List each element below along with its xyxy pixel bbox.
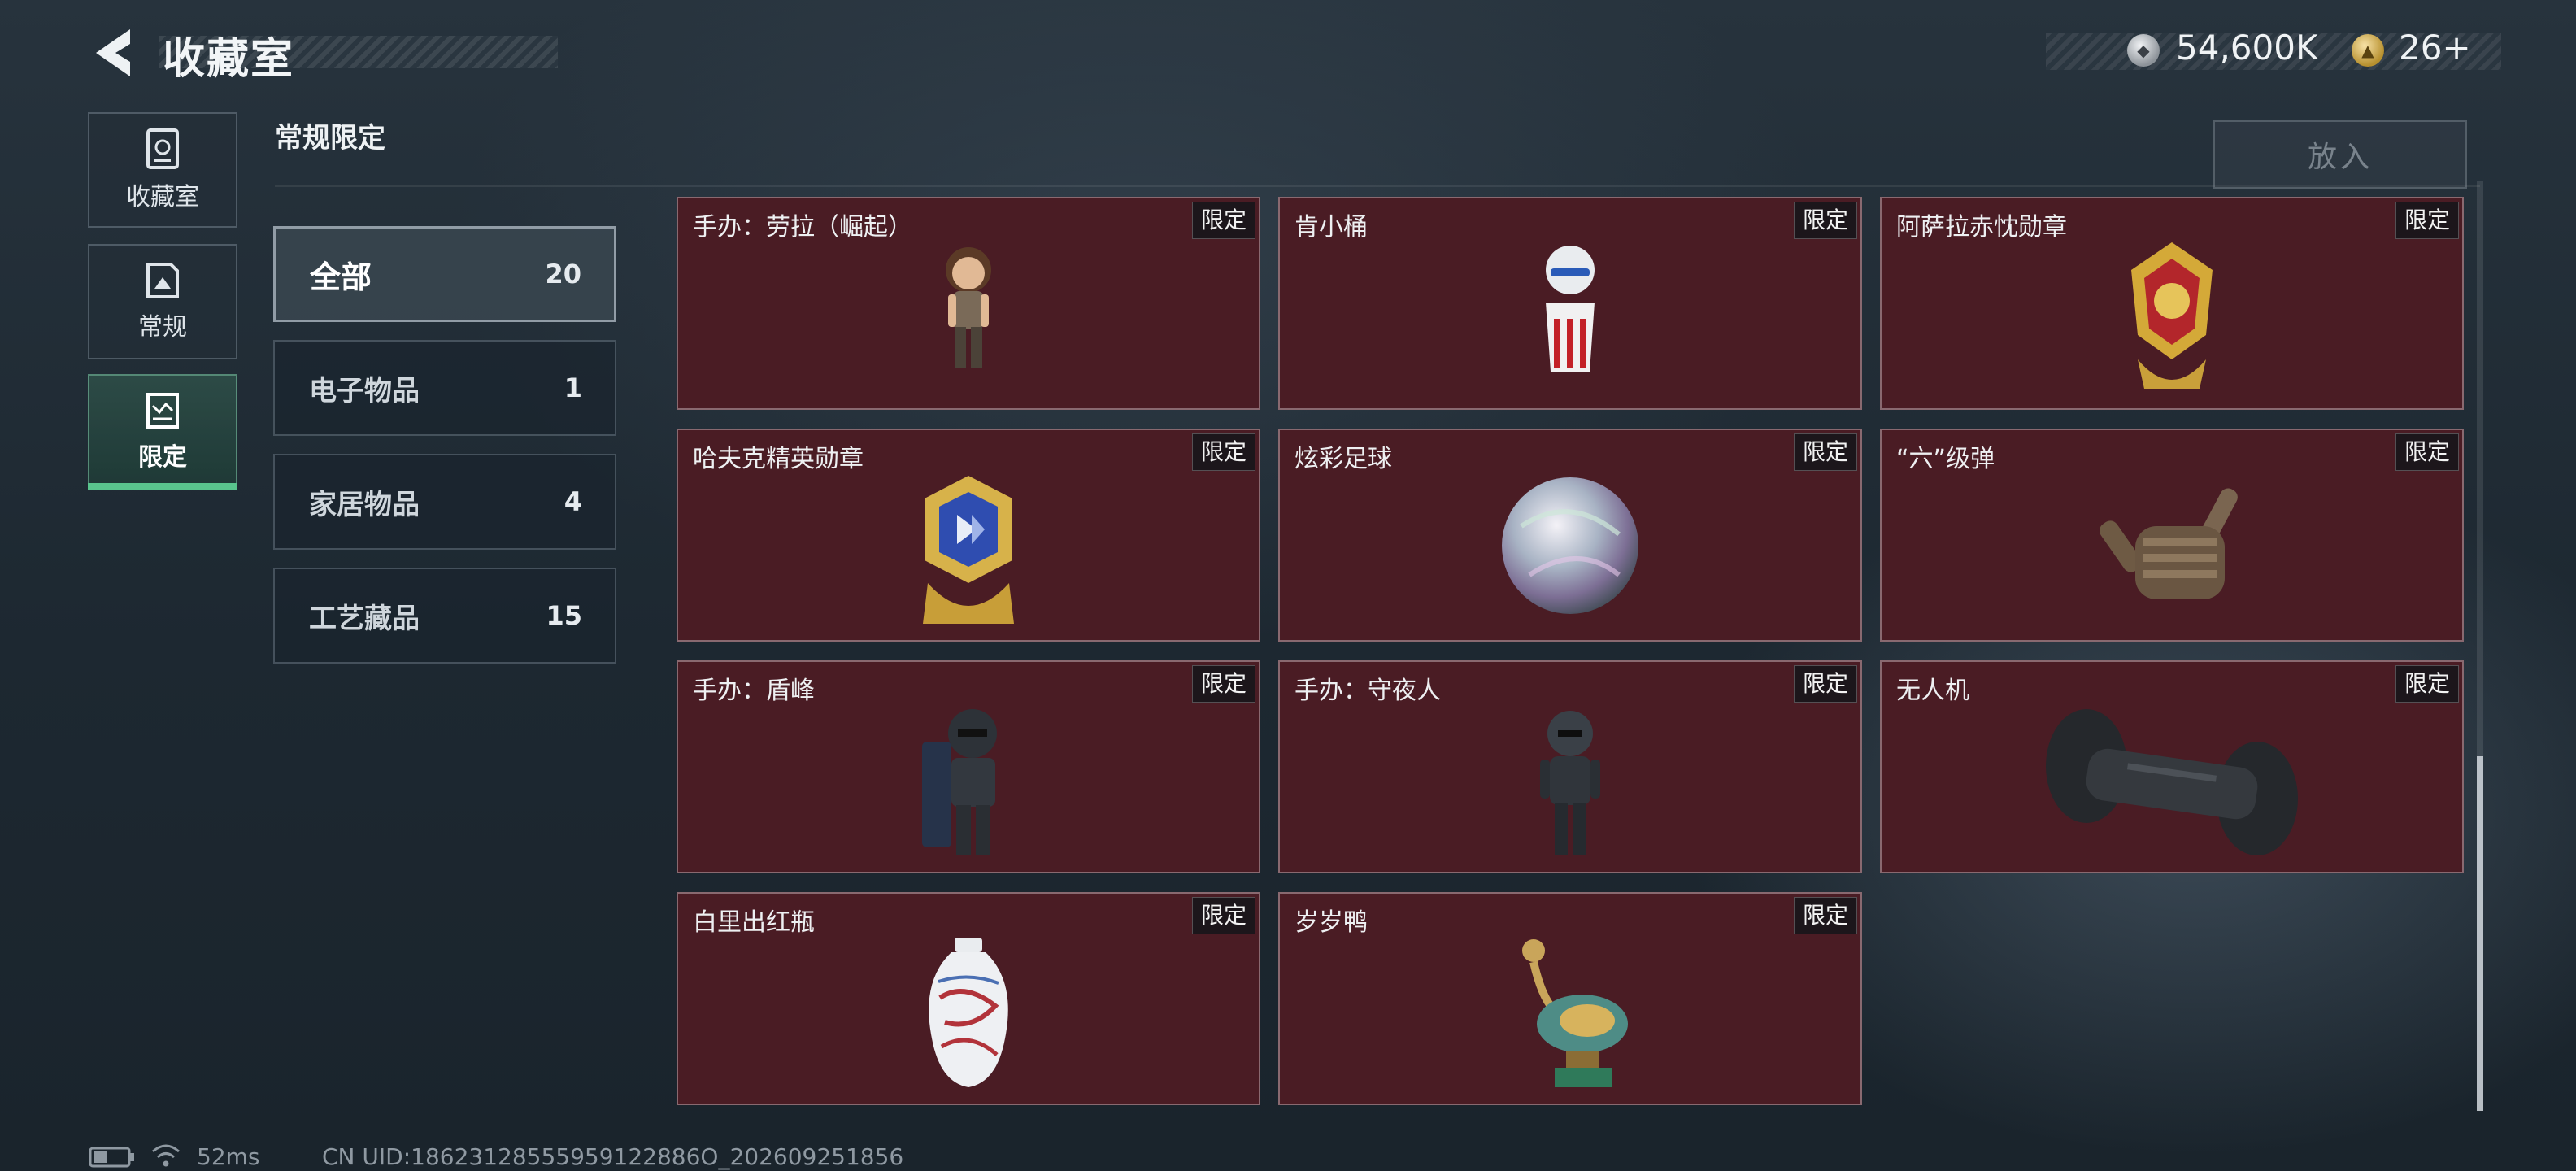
item-card[interactable]: 肯小桶 限定	[1278, 197, 1862, 410]
category-label: 全部	[310, 259, 372, 295]
category-count: 1	[564, 372, 582, 403]
category-electronics[interactable]: 电子物品 1	[273, 340, 616, 436]
limited-tag: 限定	[2395, 202, 2459, 239]
item-name: 手办：劳拉（崛起）	[693, 213, 912, 242]
limited-tag: 限定	[2395, 433, 2459, 471]
category-count: 15	[546, 600, 582, 631]
item-card[interactable]: 哈夫克精英勋章 限定	[677, 429, 1260, 642]
section-title: 常规限定	[275, 122, 385, 155]
figure-lara-icon	[946, 247, 991, 368]
nav-active-indicator	[88, 483, 237, 490]
limited-tag: 限定	[1191, 897, 1255, 934]
item-card[interactable]: 无人机 限定	[1880, 660, 2464, 873]
collection-room-icon	[146, 128, 179, 169]
iridescent-ball-icon	[1502, 477, 1638, 614]
category-all[interactable]: 全部 20	[273, 226, 616, 322]
category-count: 4	[564, 486, 582, 517]
battery-icon	[89, 1147, 134, 1168]
nav-label-collection-room: 收藏室	[126, 183, 199, 211]
limited-icon	[146, 393, 179, 429]
wifi-icon	[152, 1144, 180, 1167]
scrollbar-thumb[interactable]	[2477, 756, 2483, 1111]
silver-coin-icon: ◆	[2127, 34, 2160, 67]
nav-regular[interactable]: 常规	[88, 244, 237, 359]
uid-text: CN UID:18623128555959122886O_20260925185…	[322, 1143, 904, 1170]
kfc-figure-icon	[1546, 246, 1595, 372]
item-name: “六”级弹	[1896, 445, 1995, 473]
limited-tag: 限定	[1793, 665, 1857, 703]
item-card[interactable]: 手办：守夜人 限定	[1278, 660, 1862, 873]
item-card[interactable]: “六”级弹 限定	[1880, 429, 2464, 642]
page-title: 收藏室	[163, 35, 295, 84]
limited-tag: 限定	[1191, 433, 1255, 471]
back-arrow-icon[interactable]	[88, 24, 145, 81]
nav-limited[interactable]: 限定	[88, 374, 237, 490]
item-name: 无人机	[1896, 677, 1969, 705]
item-name: 手办：盾峰	[693, 677, 815, 705]
put-in-button[interactable]: 放入	[2213, 120, 2467, 189]
item-card[interactable]: 岁岁鸭 限定	[1278, 892, 1862, 1105]
item-card[interactable]: 手办：盾峰 限定	[677, 660, 1260, 873]
regular-icon	[146, 263, 179, 298]
limited-tag: 限定	[1793, 202, 1857, 239]
porcelain-vase-icon	[929, 938, 1008, 1087]
nav-label-regular: 常规	[138, 313, 187, 342]
item-name: 手办：守夜人	[1295, 677, 1441, 705]
item-name: 岁岁鸭	[1295, 908, 1368, 937]
item-name: 炫彩足球	[1295, 445, 1392, 473]
item-name: 阿萨拉赤忱勋章	[1896, 213, 2067, 242]
item-card[interactable]: 白里出红瓶 限定	[677, 892, 1260, 1105]
category-count: 20	[545, 259, 581, 289]
item-card[interactable]: 炫彩足球 限定	[1278, 429, 1862, 642]
category-crafts[interactable]: 工艺藏品 15	[273, 568, 616, 664]
item-name: 哈夫克精英勋章	[693, 445, 864, 473]
limited-tag: 限定	[1191, 202, 1255, 239]
category-label: 电子物品	[309, 374, 420, 407]
category-label: 工艺藏品	[309, 602, 420, 635]
silver-currency-value: 54,600K	[2176, 28, 2318, 67]
item-card[interactable]: 手办：劳拉（崛起） 限定	[677, 197, 1260, 410]
limited-tag: 限定	[1191, 665, 1255, 703]
limited-tag: 限定	[1793, 433, 1857, 471]
ping-text: 52ms	[197, 1143, 260, 1170]
item-card[interactable]: 阿萨拉赤忱勋章 限定	[1880, 197, 2464, 410]
drone-icon	[2046, 709, 2298, 855]
blue-medal-icon	[923, 476, 1014, 624]
gold-coin-icon: ▲	[2352, 34, 2384, 67]
limited-tag: 限定	[1793, 897, 1857, 934]
limited-tag: 限定	[2395, 665, 2459, 703]
bronze-duck-icon	[1522, 939, 1628, 1087]
gold-currency-value: 26+	[2399, 28, 2471, 67]
bullet-hand-icon	[2100, 488, 2238, 599]
nav-label-limited: 限定	[138, 443, 187, 472]
nav-collection-room[interactable]: 收藏室	[88, 112, 237, 228]
red-medal-icon	[2131, 242, 2213, 389]
section-divider	[275, 185, 2480, 187]
category-label: 家居物品	[309, 488, 420, 521]
item-name: 白里出红瓶	[693, 908, 815, 937]
item-name: 肯小桶	[1295, 213, 1368, 242]
shield-figure-icon	[922, 709, 997, 855]
nightwatch-figure-icon	[1540, 711, 1600, 855]
category-household[interactable]: 家居物品 4	[273, 454, 616, 550]
